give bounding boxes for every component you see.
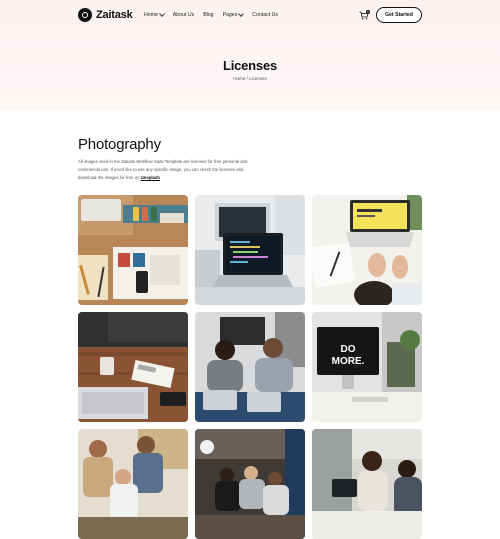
nav-item-label: About Us	[172, 12, 195, 18]
gallery-photo[interactable]	[312, 429, 422, 539]
section-description: All images used in the Zaitask Webflow S…	[78, 158, 253, 182]
gallery-photo[interactable]	[312, 195, 422, 305]
desk-supplies-photo-icon	[78, 195, 188, 305]
section-title: Photography	[78, 136, 161, 153]
top-navigation: Zaitask Home About Us Blog Pages Contact…	[0, 0, 500, 30]
cart-count-badge: 0	[366, 10, 370, 14]
gallery-photo[interactable]: DO MORE.	[312, 312, 422, 422]
laptop-mug-photo-icon	[78, 312, 188, 422]
breadcrumb: Home / Licenses	[233, 76, 267, 81]
chevron-down-icon	[238, 11, 245, 17]
main-menu: Home About Us Blog Pages Contact Us	[144, 11, 287, 18]
gallery-photo[interactable]	[195, 195, 305, 305]
nav-item-label: Blog	[203, 12, 214, 18]
team-meeting-photo-icon	[78, 429, 188, 539]
gallery-photo[interactable]	[78, 429, 188, 539]
brand-logo[interactable]: Zaitask	[78, 8, 133, 22]
chevron-down-icon	[159, 11, 165, 17]
brand-name: Zaitask	[96, 9, 133, 21]
team-table-photo-icon	[195, 429, 305, 539]
nav-item-label: Home	[144, 12, 158, 18]
nav-item-blog[interactable]: Blog	[203, 12, 213, 18]
laptop-notebook-photo-icon	[312, 195, 422, 305]
gallery-photo[interactable]	[195, 429, 305, 539]
description-text: All images used in the Zaitask Webflow S…	[78, 159, 248, 180]
page-title: Licenses	[222, 58, 278, 73]
gallery-photo[interactable]	[78, 312, 188, 422]
nav-item-home[interactable]: Home	[144, 11, 165, 18]
svg-text:DO: DO	[341, 344, 356, 355]
gallery-photo[interactable]	[78, 195, 188, 305]
imac-do-more-photo-icon: DO MORE.	[312, 312, 422, 422]
nav-item-pages[interactable]: Pages	[222, 11, 245, 18]
laptop-code-photo-icon	[195, 195, 305, 305]
meeting-two-men-photo-icon	[195, 312, 305, 422]
get-started-button[interactable]: Get Started	[376, 7, 422, 23]
unsplash-link[interactable]: Unsplash	[141, 175, 160, 180]
nav-item-label: Contact Us	[252, 12, 278, 18]
gallery-photo[interactable]	[195, 312, 305, 422]
nav-item-label: Pages	[222, 12, 238, 18]
nav-item-contact[interactable]: Contact Us	[252, 12, 278, 18]
logo-mark-icon	[78, 8, 92, 22]
women-laptop-photo-icon	[312, 429, 422, 539]
svg-text:MORE.: MORE.	[332, 356, 365, 367]
nav-item-about[interactable]: About Us	[173, 12, 194, 18]
